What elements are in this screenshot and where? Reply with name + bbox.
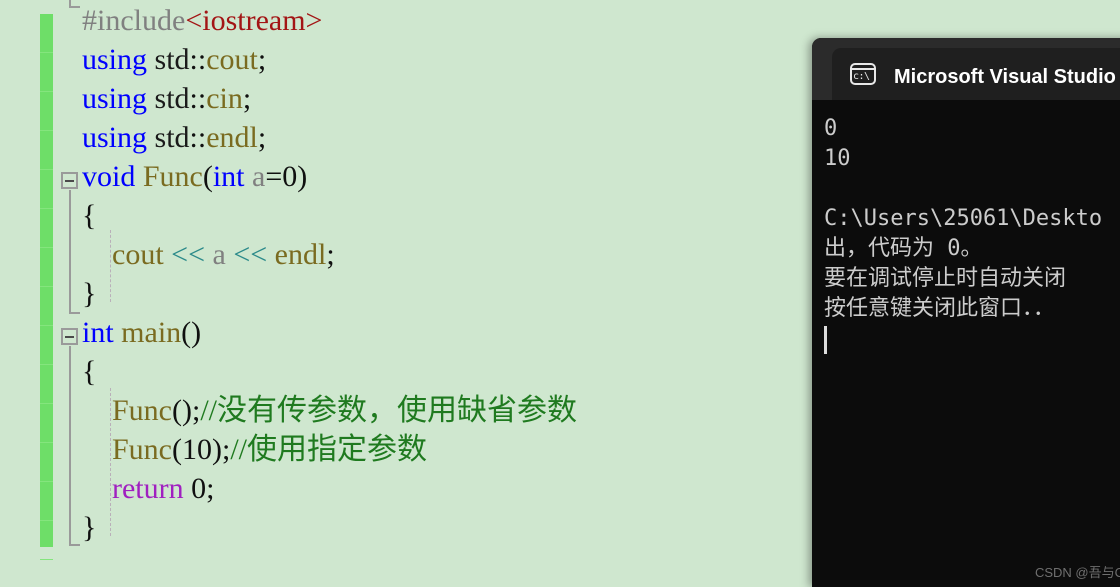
code-token: std [154,121,190,154]
watermark: CSDN @吾与C [1034,565,1120,580]
code-line[interactable]: #include<iostream> [82,1,322,40]
code-token: cout [82,238,172,271]
code-token: } [82,511,97,544]
collapse-toggle-func[interactable] [61,172,78,189]
console-line: C:\Users\25061\Deskto [824,206,1103,231]
code-token: std [154,43,190,76]
code-token: () [181,316,202,349]
outlining-region-foot [69,312,80,314]
change-bar-segment [40,521,53,560]
code-token: 0; [191,472,215,505]
code-token: return [82,472,192,505]
code-token: main [121,316,182,349]
change-bar-segment [40,326,53,365]
change-bar-segment [40,209,53,248]
console-cursor [824,326,827,354]
change-bar-segment [40,365,53,404]
code-token: using [82,121,155,154]
code-token: :: [189,43,207,76]
code-token: //使用指定参数 [230,433,427,466]
code-token: #include [82,4,186,37]
change-tracking-bar [40,14,53,560]
code-line[interactable]: Func(10);//使用指定参数 [82,430,427,469]
console-line: 0 [824,116,838,141]
code-line[interactable]: { [82,352,96,391]
code-token: endl [274,238,327,271]
console-window[interactable]: c:\ Microsoft Visual Studio 调试控 0 10 C:\U… [812,38,1120,587]
console-output[interactable]: 0 10 C:\Users\25061\Deskto 出，代码为 0。要在调试停止时… [812,100,1120,587]
outlining-region-line [69,346,71,546]
change-bar-segment [40,404,53,443]
code-token: Func [82,433,172,466]
code-token: << [233,238,275,271]
code-token: ( [202,160,213,193]
code-token: << [171,238,213,271]
code-line[interactable]: } [82,508,96,547]
change-bar-segment [40,14,53,53]
code-token: { [82,355,97,388]
code-token: using [82,82,155,115]
change-bar-segment [40,482,53,521]
code-line[interactable]: using std::cout; [82,40,266,79]
code-line[interactable]: return 0; [82,469,214,508]
code-token: a [212,238,234,271]
change-bar-segment [40,287,53,326]
code-token: void [82,160,143,193]
console-line: 按任意键关闭此窗口．． [824,296,1056,321]
console-tab[interactable]: c:\ Microsoft Visual Studio 调试控 [832,48,1120,100]
outlining-region-foot [69,544,80,546]
outlining-region-line [69,0,71,8]
code-token: Func [82,394,172,427]
change-bar-segment [40,131,53,170]
code-token: <iostream> [185,4,323,37]
code-token: a [252,160,266,193]
code-token: :: [189,121,207,154]
console-line: 要在调试停止时自动关闭 [824,266,1067,291]
terminal-icon: c:\ [850,63,876,85]
code-token: } [82,277,97,310]
code-token: (10); [172,433,231,466]
terminal-icon-glyph: c:\ [853,71,870,82]
code-token: ; [326,238,335,271]
code-token: cout [206,43,258,76]
collapse-toggle-main[interactable] [61,328,78,345]
code-token: Func [142,160,203,193]
code-line[interactable]: Func();//没有传参数，使用缺省参数 [82,391,577,430]
code-token: //没有传参数，使用缺省参数 [200,394,577,427]
code-token: ; [242,82,252,115]
code-token: int [212,160,253,193]
outlining-region-line [69,190,71,314]
code-token: ; [257,43,267,76]
code-line[interactable]: int main() [82,313,201,352]
code-token: using [82,43,155,76]
console-line: 10 [824,146,851,171]
code-token: { [82,199,97,232]
console-lines-container: 0 10 C:\Users\25061\Deskto 出，代码为 0。要在调试停止时… [824,114,1120,324]
console-line: 出，代码为 0。 [824,236,983,261]
code-token: =0) [265,160,308,193]
code-token: (); [172,394,201,427]
code-line[interactable]: } [82,274,96,313]
outlining-margin[interactable] [58,0,82,587]
change-bar-segment [40,248,53,287]
console-titlebar[interactable]: c:\ Microsoft Visual Studio 调试控 [812,38,1120,100]
console-title: Microsoft Visual Studio 调试控 [894,65,1120,88]
code-token: :: [189,82,207,115]
change-bar-segment [40,92,53,131]
change-bar-segment [40,53,53,92]
code-token: ; [257,121,267,154]
code-line[interactable]: { [82,196,96,235]
code-line[interactable]: using std::cin; [82,79,251,118]
code-token: std [154,82,190,115]
change-bar-segment [40,170,53,209]
change-bar-segment [40,443,53,482]
code-line[interactable]: cout << a << endl; [82,235,335,274]
code-line[interactable]: void Func(int a=0) [82,157,307,196]
code-token: cin [206,82,243,115]
code-token: endl [206,121,258,154]
code-token: int [82,316,122,349]
code-line[interactable]: using std::endl; [82,118,266,157]
